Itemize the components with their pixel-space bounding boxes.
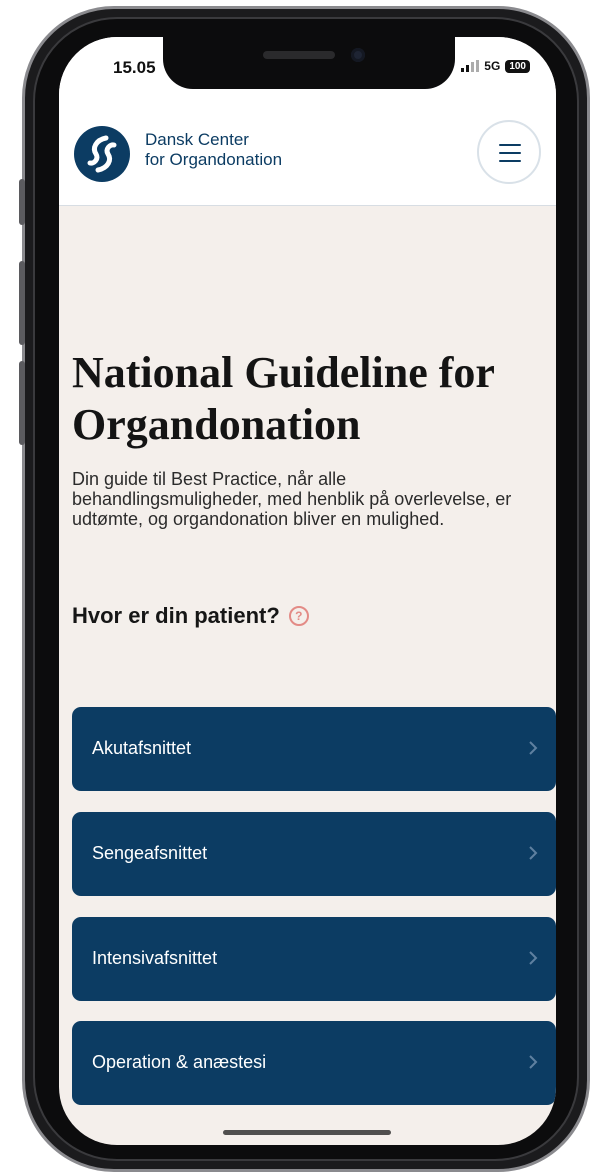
question-text: Hvor er din patient? (72, 603, 280, 628)
option-label: Operation & anæstesi (92, 1052, 267, 1072)
chevron-right-icon (529, 846, 538, 860)
phone-screen: 15.05 5G 100 Dansk Center for Organdonat… (59, 37, 556, 1145)
chevron-right-icon (529, 951, 538, 965)
mute-switch (19, 179, 25, 225)
home-indicator (223, 1130, 391, 1135)
option-label: Intensivafsnittet (92, 948, 218, 968)
help-circle-icon[interactable]: ? (288, 606, 309, 626)
page-subtitle: Din guide til Best Practice, når alle be… (72, 469, 512, 529)
option-intensivafsnittet[interactable]: Intensivafsnittet (72, 917, 556, 1001)
patient-location-question: Hvor er din patient? ? (72, 603, 309, 629)
site-logo-text[interactable]: Dansk Center for Organdonation (145, 130, 282, 170)
option-label: Akutafsnittet (92, 738, 192, 758)
chevron-right-icon (529, 1055, 538, 1069)
option-akutafsnittet[interactable]: Akutafsnittet (72, 707, 556, 791)
logo-line-2: for Organdonation (145, 150, 283, 169)
camera-icon (351, 48, 365, 62)
option-operation-anaestesi[interactable]: Operation & anæstesi (72, 1021, 556, 1105)
hamburger-menu-icon (499, 144, 521, 146)
status-time: 15.05 (113, 58, 156, 77)
battery-icon: 100 (505, 59, 530, 73)
signal-icon (461, 60, 480, 72)
phone-notch (163, 37, 455, 89)
network-type: 5G (484, 59, 501, 73)
chevron-right-icon (529, 741, 538, 755)
page-title: National Guideline for Organdonation (72, 348, 495, 449)
option-label: Sengeafsnittet (92, 843, 208, 863)
site-header: Dansk Center for Organdonation (59, 93, 556, 206)
status-indicators: 5G 100 (461, 59, 530, 73)
speaker-grille (263, 51, 335, 59)
dcfo-logo-icon[interactable] (74, 126, 130, 182)
logo-line-1: Dansk Center (145, 130, 249, 149)
option-sengeafsnittet[interactable]: Sengeafsnittet (72, 812, 556, 896)
volume-down-button (19, 361, 25, 445)
menu-button[interactable] (477, 120, 541, 184)
volume-up-button (19, 261, 25, 345)
